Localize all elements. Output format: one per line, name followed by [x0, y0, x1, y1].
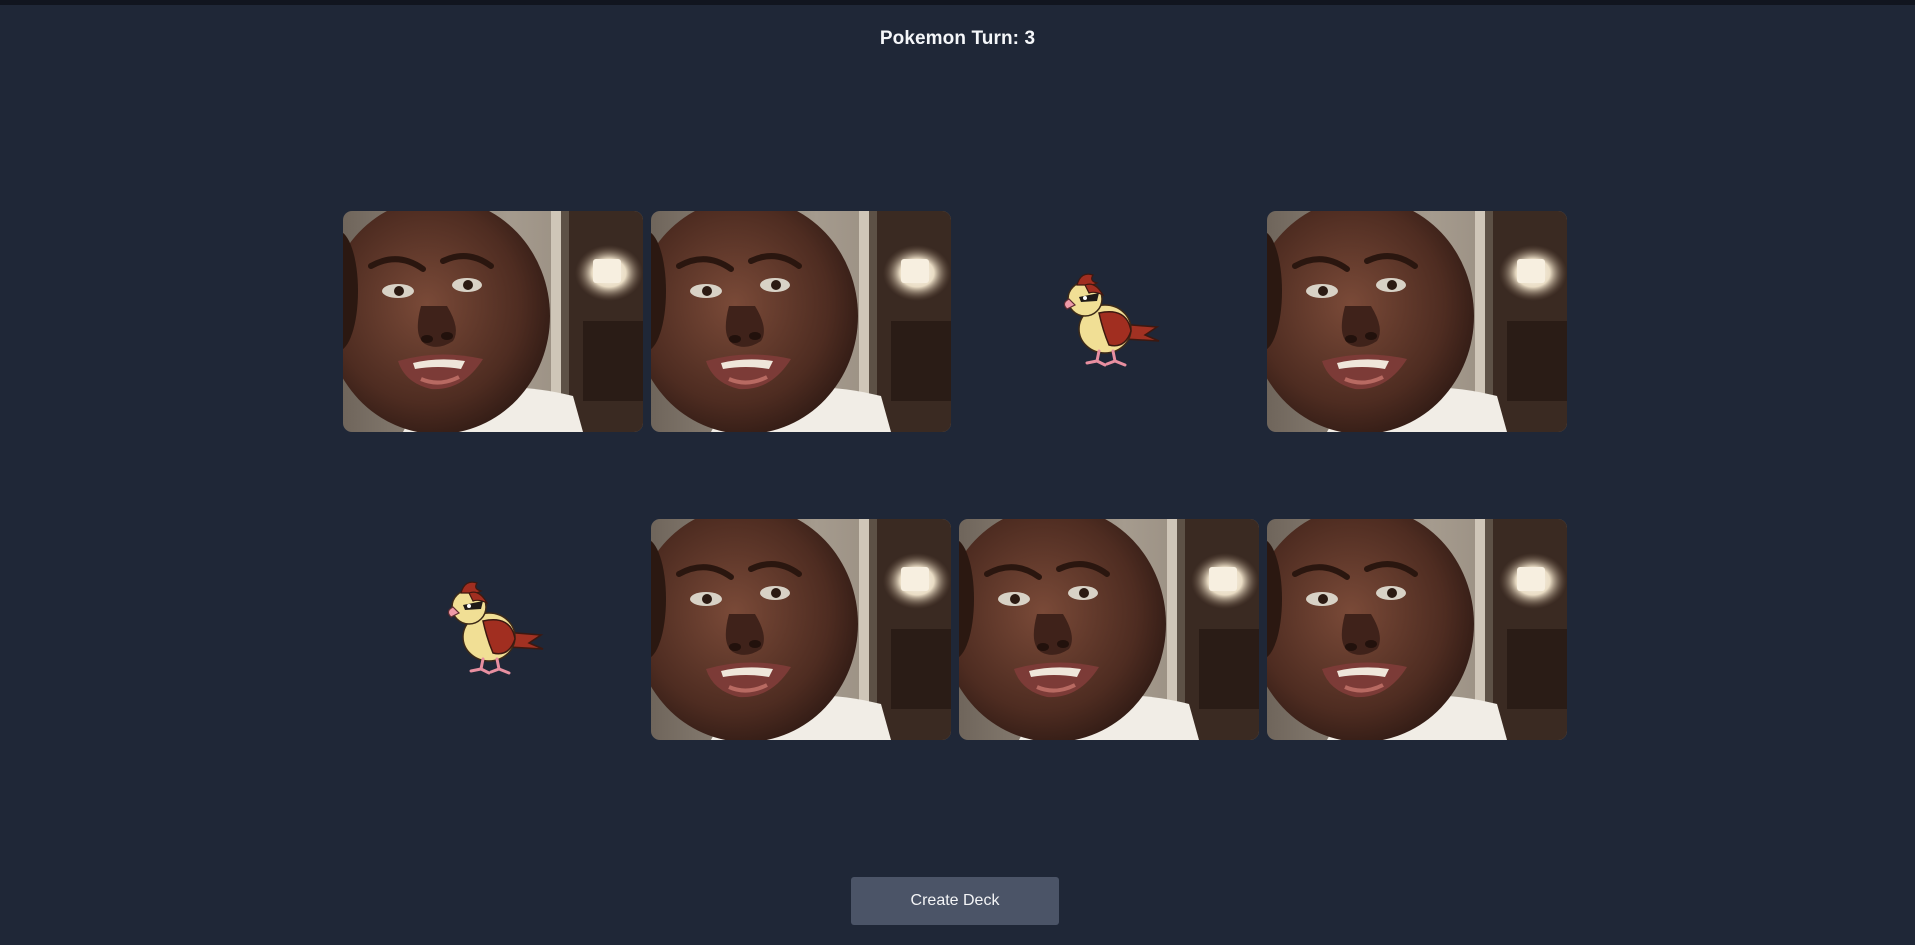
card-face-down[interactable] [1267, 519, 1567, 740]
card-back-photo [1267, 519, 1567, 740]
card-back-photo [959, 519, 1259, 740]
card-face-down[interactable] [343, 211, 643, 432]
card-back-photo [651, 211, 951, 432]
card-face-down[interactable] [1267, 211, 1567, 432]
card-face-down[interactable] [959, 519, 1259, 740]
card-face-up[interactable] [343, 519, 643, 740]
create-deck-button[interactable]: Create Deck [851, 877, 1059, 925]
card-face-down[interactable] [651, 519, 951, 740]
top-bar [0, 0, 1915, 5]
card-back-photo [651, 519, 951, 740]
card-face-up[interactable] [959, 211, 1259, 432]
card-face-down[interactable] [651, 211, 951, 432]
card-back-photo [1267, 211, 1567, 432]
pidgey-icon [443, 577, 545, 683]
card-back-photo [343, 211, 643, 432]
pidgey-icon [1059, 269, 1161, 375]
turn-counter: Pokemon Turn: 3 [879, 28, 1036, 49]
